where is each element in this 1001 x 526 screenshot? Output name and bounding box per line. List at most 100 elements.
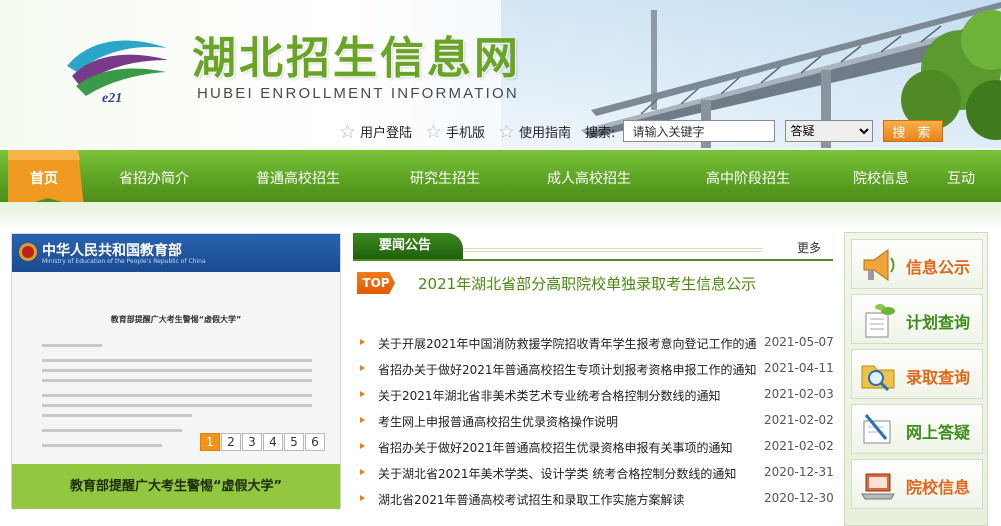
national-emblem-icon bbox=[19, 243, 37, 261]
news-more-link[interactable]: 更多 bbox=[797, 239, 821, 256]
quick-link-info-publicity[interactable]: 信息公示 bbox=[851, 239, 983, 289]
bullet-icon bbox=[360, 495, 365, 501]
news-title-link[interactable]: 考生网上申报普通高校招生优录资格操作说明 bbox=[378, 413, 758, 430]
search-category-select[interactable]: 答疑 bbox=[785, 120, 874, 142]
news-date: 2021-02-03 bbox=[764, 387, 834, 401]
pager-page-5[interactable]: 5 bbox=[284, 433, 304, 451]
news-header: 要闻公告 更多 bbox=[353, 233, 833, 261]
doc-text-line bbox=[42, 404, 312, 407]
news-divider bbox=[353, 259, 833, 261]
news-row: 省招办关于做好2021年普通高校招生优录资格申报有关事项的通知 2021-02-… bbox=[358, 437, 838, 463]
search-input[interactable] bbox=[623, 120, 776, 142]
news-title-link[interactable]: 湖北省2021年普通高校考试招生和录取工作实施方案解读 bbox=[378, 491, 758, 508]
moe-header-bar: 中华人民共和国教育部 Ministry of Education of the … bbox=[12, 234, 340, 272]
news-date: 2021-02-02 bbox=[764, 413, 834, 427]
quick-link-label: 计划查询 bbox=[906, 313, 971, 332]
news-title-link[interactable]: 省招办关于做好2021年普通高校招生专项计划报考资格申报工作的通知 bbox=[378, 361, 758, 378]
star-icon bbox=[499, 123, 514, 138]
bullet-icon bbox=[360, 339, 365, 345]
pager-page-1[interactable]: 1 bbox=[200, 433, 220, 451]
quick-link-label: 录取查询 bbox=[906, 368, 971, 387]
nav-item-graduate[interactable]: 研究生招生 bbox=[410, 168, 480, 188]
feature-caption[interactable]: 教育部提醒广大考生警惕“虚假大学” bbox=[12, 464, 340, 509]
doc-title: 教育部提醒广大考生警惕“虚假大学” bbox=[110, 315, 242, 324]
logo-text: e21 bbox=[102, 91, 122, 106]
doc-text-line bbox=[42, 359, 312, 362]
mobile-version-link[interactable]: 手机版 bbox=[426, 122, 485, 141]
nav-item-high-school[interactable]: 高中阶段招生 bbox=[706, 168, 790, 188]
news-row: 关于开展2021年中国消防救援学院招收青年学生报考意向登记工作的通 2021-0… bbox=[358, 333, 838, 359]
top-badge: TOP bbox=[357, 272, 395, 294]
pager-page-4[interactable]: 4 bbox=[263, 433, 283, 451]
news-date: 2021-04-11 bbox=[764, 361, 834, 375]
doc-text-line bbox=[42, 429, 182, 432]
bullet-icon bbox=[360, 469, 365, 475]
nav-item-regular-college[interactable]: 普通高校招生 bbox=[256, 168, 340, 188]
news-row: 湖北省2021年普通高校考试招生和录取工作实施方案解读 2020-12-30 bbox=[358, 489, 838, 515]
bullet-icon bbox=[360, 417, 365, 423]
news-title-link[interactable]: 关于湖北省2021年美术学类、设计学类 统考合格控制分数线的通知 bbox=[378, 465, 758, 482]
news-date: 2020-12-31 bbox=[764, 465, 834, 479]
user-guide-link[interactable]: 使用指南 bbox=[499, 122, 571, 141]
nav-item-office-intro[interactable]: 省招办简介 bbox=[119, 168, 189, 188]
news-date: 2021-02-02 bbox=[764, 439, 834, 453]
quick-links-panel: 信息公示 计划查询 录取查询 网上答疑 院校信息 bbox=[844, 232, 988, 526]
pencil-board-icon bbox=[863, 414, 891, 444]
header: e21 湖北招生信息网 HUBEI ENROLLMENT INFORMATION… bbox=[0, 0, 1001, 148]
news-row: 省招办关于做好2021年普通高校招生专项计划报考资格申报工作的通知 2021-0… bbox=[358, 359, 838, 385]
nav-item-college-info[interactable]: 院校信息 bbox=[853, 168, 909, 188]
news-title-link[interactable]: 省招办关于做好2021年普通高校招生优录资格申报有关事项的通知 bbox=[378, 439, 758, 456]
star-icon bbox=[426, 123, 441, 138]
nav-item-home[interactable]: 首页 bbox=[30, 168, 58, 188]
main-nav: 首页 省招办简介 普通高校招生 研究生招生 成人高校招生 高中阶段招生 院校信息… bbox=[0, 150, 1001, 210]
top-headline-link[interactable]: 2021年湖北省部分高职院校单独录取考生信息公示 bbox=[418, 273, 756, 294]
doc-text-line bbox=[42, 344, 102, 347]
moe-title: 中华人民共和国教育部 bbox=[42, 243, 182, 259]
laptop-icon bbox=[861, 473, 895, 500]
plant-icon bbox=[865, 304, 895, 338]
search-button[interactable]: 搜 索 bbox=[883, 120, 944, 142]
news-list: 关于开展2021年中国消防救援学院招收青年学生报考意向登记工作的通 2021-0… bbox=[358, 333, 838, 515]
news-title-link[interactable]: 关于开展2021年中国消防救援学院招收青年学生报考意向登记工作的通 bbox=[378, 335, 758, 352]
user-login-label: 用户登陆 bbox=[360, 125, 413, 141]
news-tab[interactable]: 要闻公告 bbox=[353, 233, 463, 259]
doc-text-line bbox=[42, 414, 192, 417]
quick-link-label: 信息公示 bbox=[906, 258, 971, 277]
site-subtitle: HUBEI ENROLLMENT INFORMATION bbox=[197, 85, 519, 102]
folder-search-icon bbox=[861, 365, 895, 392]
slider-pager: 1 2 3 4 5 6 bbox=[200, 433, 326, 451]
news-title-link[interactable]: 关于2021年湖北省非美术类艺术专业统考合格控制分数线的通知 bbox=[378, 387, 758, 404]
toolbar: 用户登陆 手机版 使用指南 搜索: 答疑 搜 索 bbox=[340, 118, 944, 144]
quick-link-label: 院校信息 bbox=[906, 478, 971, 497]
bullet-icon bbox=[360, 443, 365, 449]
pager-page-3[interactable]: 3 bbox=[242, 433, 262, 451]
pager-page-6[interactable]: 6 bbox=[305, 433, 325, 451]
news-row: 关于湖北省2021年美术学类、设计学类 统考合格控制分数线的通知 2020-12… bbox=[358, 463, 838, 489]
quick-link-college-info[interactable]: 院校信息 bbox=[851, 459, 983, 509]
nav-shadow bbox=[0, 202, 1001, 232]
search-label: 搜索: bbox=[585, 125, 616, 141]
news-date: 2020-12-30 bbox=[764, 491, 834, 505]
user-login-link[interactable]: 用户登陆 bbox=[340, 122, 412, 141]
quick-link-plan-query[interactable]: 计划查询 bbox=[851, 294, 983, 344]
news-row: 关于2021年湖北省非美术类艺术专业统考合格控制分数线的通知 2021-02-0… bbox=[358, 385, 838, 411]
nav-item-interaction[interactable]: 互动 bbox=[947, 168, 975, 188]
bullet-icon bbox=[360, 391, 365, 397]
feature-slider[interactable]: 中华人民共和国教育部 Ministry of Education of the … bbox=[11, 233, 341, 509]
user-guide-label: 使用指南 bbox=[519, 125, 572, 141]
feature-image[interactable]: 中华人民共和国教育部 Ministry of Education of the … bbox=[12, 234, 340, 464]
news-date: 2021-05-07 bbox=[764, 335, 834, 349]
doc-text-line bbox=[42, 379, 312, 382]
nav-item-adult-college[interactable]: 成人高校招生 bbox=[547, 168, 631, 188]
pager-page-2[interactable]: 2 bbox=[221, 433, 241, 451]
news-row: 考生网上申报普通高校招生优录资格操作说明 2021-02-02 bbox=[358, 411, 838, 437]
quick-link-label: 网上答疑 bbox=[906, 423, 971, 442]
doc-text-line bbox=[42, 444, 162, 447]
quick-link-online-qa[interactable]: 网上答疑 bbox=[851, 404, 983, 454]
doc-text-line bbox=[42, 369, 312, 372]
mobile-version-label: 手机版 bbox=[446, 125, 486, 141]
star-icon bbox=[340, 123, 355, 138]
quick-link-admission-query[interactable]: 录取查询 bbox=[851, 349, 983, 399]
site-title: 湖北招生信息网 bbox=[192, 33, 521, 84]
page: e21 湖北招生信息网 HUBEI ENROLLMENT INFORMATION… bbox=[0, 0, 1001, 526]
